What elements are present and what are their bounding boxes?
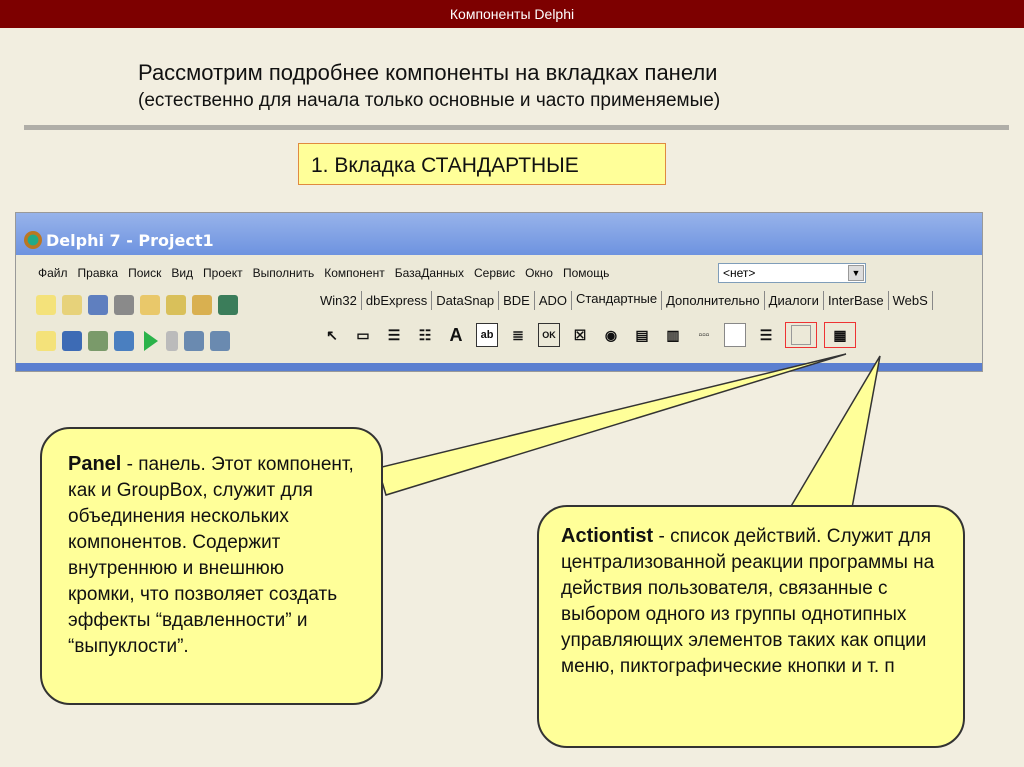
panel-callout: Panel - панель. Этот компонент, как и Gr… [40,427,383,705]
actionlist-callout: Actiontist - список действий. Служит для… [537,505,965,748]
actionlist-pointer [788,355,881,509]
actionlist-name: Actiontist [561,525,654,547]
panel-pointer [377,353,847,496]
actionlist-description: - список действий. Служит для централизо… [561,526,935,677]
panel-name: Panel [68,453,122,475]
panel-description: - панель. Этот компонент, как и GroupBox… [68,454,354,657]
